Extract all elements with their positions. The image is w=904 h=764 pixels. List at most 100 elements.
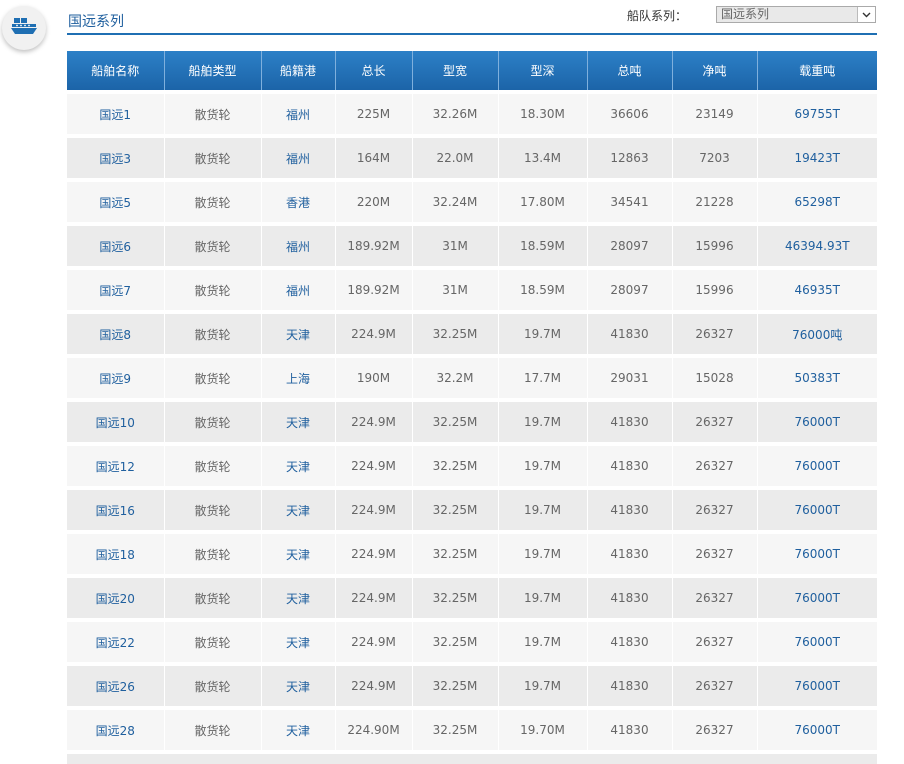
table-row[interactable]: 国远22 散货轮 天津 224.9M 32.25M 19.7M 41830 26327 7600… — [67, 622, 877, 662]
table-cell: 41830 — [587, 534, 673, 574]
table-row[interactable]: 国远16 散货轮 天津 224.9M 32.25M 19.7M 41830 26327 7600… — [67, 490, 877, 530]
table-cell: 224.90M — [335, 710, 413, 750]
ship-name-link[interactable]: 国远7 — [67, 270, 165, 310]
table-header-row: 船舶名称 船舶类型 船籍港 总长 型宽 型深 总吨 净吨 载重吨 — [67, 51, 877, 90]
table-cell: 散货轮 — [164, 446, 262, 486]
table-cell: 天津 — [261, 710, 336, 750]
table-cell: 224.9M — [335, 666, 413, 706]
ship-name-link[interactable]: 国远20 — [67, 578, 165, 618]
table-cell: 26327 — [672, 710, 758, 750]
table-cell: 189.92M — [335, 270, 413, 310]
table-cell: 12863 — [587, 138, 673, 178]
ship-name-link[interactable]: 国远5 — [67, 182, 165, 222]
fleet-series-value: 国远系列 — [721, 7, 770, 21]
table-cell: 15996 — [672, 226, 758, 266]
table-cell: 32.25M — [412, 666, 499, 706]
table-cell: 50383T — [757, 358, 877, 398]
table-cell: 189.92M — [335, 226, 413, 266]
table-cell: 天津 — [261, 578, 336, 618]
chevron-down-icon[interactable] — [857, 7, 875, 22]
table-cell: 散货轮 — [164, 138, 262, 178]
table-cell: 32.25M — [412, 710, 499, 750]
table-row[interactable]: 国远6 散货轮 福州 189.92M 31M 18.59M 28097 15996 46394.… — [67, 226, 877, 266]
fleet-table: 船舶名称 船舶类型 船籍港 总长 型宽 型深 总吨 净吨 载重吨 国远1 散货轮福… — [67, 51, 877, 764]
table-cell: 18.59M — [498, 226, 588, 266]
table-cell: 76000T — [757, 578, 877, 618]
table-row[interactable]: 国远5 散货轮 香港 220M 32.24M 17.80M 34541 21228 65298T — [67, 182, 877, 222]
table-cell: 76000吨 — [757, 314, 877, 354]
ship-name-link[interactable]: 国远1 — [67, 94, 165, 134]
table-cell: 19.7M — [498, 622, 588, 662]
table-cell: 天津 — [261, 622, 336, 662]
table-cell: 19.7M — [498, 578, 588, 618]
column-header: 净吨 — [672, 51, 758, 90]
table-cell: 41830 — [587, 314, 673, 354]
table-cell: 福州 — [261, 270, 336, 310]
ship-name-link[interactable]: 国远28 — [67, 710, 165, 750]
table-row[interactable]: 国远28 散货轮 天津 224.90M 32.25M 19.70M 41830 26327 76… — [67, 710, 877, 750]
table-cell: 22.0M — [412, 138, 499, 178]
ship-name-link[interactable]: 国远26 — [67, 666, 165, 706]
table-cell: 散货轮 — [164, 226, 262, 266]
table-cell: 19.7M — [498, 314, 588, 354]
table-cell: 46394.93T — [757, 226, 877, 266]
fleet-series-select[interactable]: 国远系列 — [716, 6, 876, 23]
column-header: 型深 — [498, 51, 588, 90]
table-cell: 65298T — [757, 182, 877, 222]
ship-name-link[interactable]: 国远10 — [67, 402, 165, 442]
table-cell: 29031 — [587, 358, 673, 398]
table-cell: 26327 — [672, 446, 758, 486]
table-cell: 32.25M — [412, 534, 499, 574]
table-row[interactable]: 国远10 散货轮 天津 224.9M 32.25M 19.7M 41830 26327 7600… — [67, 402, 877, 442]
ship-name-link[interactable]: 国远16 — [67, 490, 165, 530]
table-row[interactable]: 国远7 散货轮 福州 189.92M 31M 18.59M 28097 15996 46935T — [67, 270, 877, 310]
table-cell: 26327 — [672, 490, 758, 530]
table-cell: 41830 — [587, 666, 673, 706]
table-cell: 224.9M — [335, 578, 413, 618]
table-cell: 上海 — [261, 358, 336, 398]
table-row[interactable]: 国远20 散货轮 天津 224.9M 32.25M 19.7M 41830 26327 7600… — [67, 578, 877, 618]
table-row[interactable]: 国远12 散货轮 天津 224.9M 32.25M 19.7M 41830 26327 7600… — [67, 446, 877, 486]
table-cell: 19.7M — [498, 666, 588, 706]
table-cell: 散货轮 — [164, 534, 262, 574]
table-cell: 32.25M — [412, 402, 499, 442]
table-cell: 220M — [335, 182, 413, 222]
table-cell: 32.26M — [412, 94, 499, 134]
table-cell: 164M — [335, 138, 413, 178]
table-cell: 17.7M — [498, 358, 588, 398]
ship-name-link[interactable]: 国远12 — [67, 446, 165, 486]
table-cell: 散货轮 — [164, 578, 262, 618]
table-cell: 福州 — [261, 94, 336, 134]
ship-name-link[interactable]: 国远3 — [67, 138, 165, 178]
logo-badge — [2, 6, 46, 50]
ship-name-link[interactable]: 国远18 — [67, 534, 165, 574]
table-row[interactable]: 国远18 散货轮 天津 224.9M 32.25M 19.7M 41830 26327 7600… — [67, 534, 877, 574]
table-cell: 17.80M — [498, 182, 588, 222]
column-header: 型宽 — [412, 51, 499, 90]
ship-name-link[interactable]: 国远9 — [67, 358, 165, 398]
table-cell: 19.7M — [498, 534, 588, 574]
table-cell: 散货轮 — [164, 314, 262, 354]
table-cell: 28097 — [587, 270, 673, 310]
table-row[interactable]: 国远3 散货轮 福州 164M 22.0M 13.4M 12863 7203 19423T — [67, 138, 877, 178]
table-row[interactable]: 国远8 散货轮 天津 224.9M 32.25M 19.7M 41830 26327 76000… — [67, 314, 877, 354]
table-cell: 26327 — [672, 666, 758, 706]
table-cell: 散货轮 — [164, 622, 262, 662]
table-row[interactable]: 国远1 散货轮 福州 225M 32.26M 18.30M 36606 23149 69755T — [67, 94, 877, 134]
ship-name-link[interactable]: 国远22 — [67, 622, 165, 662]
table-cell: 天津 — [261, 314, 336, 354]
table-cell: 76000T — [757, 402, 877, 442]
table-cell: 13.4M — [498, 138, 588, 178]
table-cell: 21228 — [672, 182, 758, 222]
ship-name-link[interactable]: 国远8 — [67, 314, 165, 354]
table-cell: 19.7M — [498, 446, 588, 486]
column-header: 总长 — [335, 51, 413, 90]
table-row[interactable]: 国远9 散货轮 上海 190M 32.2M 17.7M 29031 15028 50383T — [67, 358, 877, 398]
table-cell: 224.9M — [335, 402, 413, 442]
table-cell: 26327 — [672, 534, 758, 574]
table-cell: 15028 — [672, 358, 758, 398]
ship-name-link[interactable]: 国远6 — [67, 226, 165, 266]
table-cell: 天津 — [261, 446, 336, 486]
table-row[interactable]: 国远26 散货轮 天津 224.9M 32.25M 19.7M 41830 26327 7600… — [67, 666, 877, 706]
table-cell: 224.9M — [335, 314, 413, 354]
